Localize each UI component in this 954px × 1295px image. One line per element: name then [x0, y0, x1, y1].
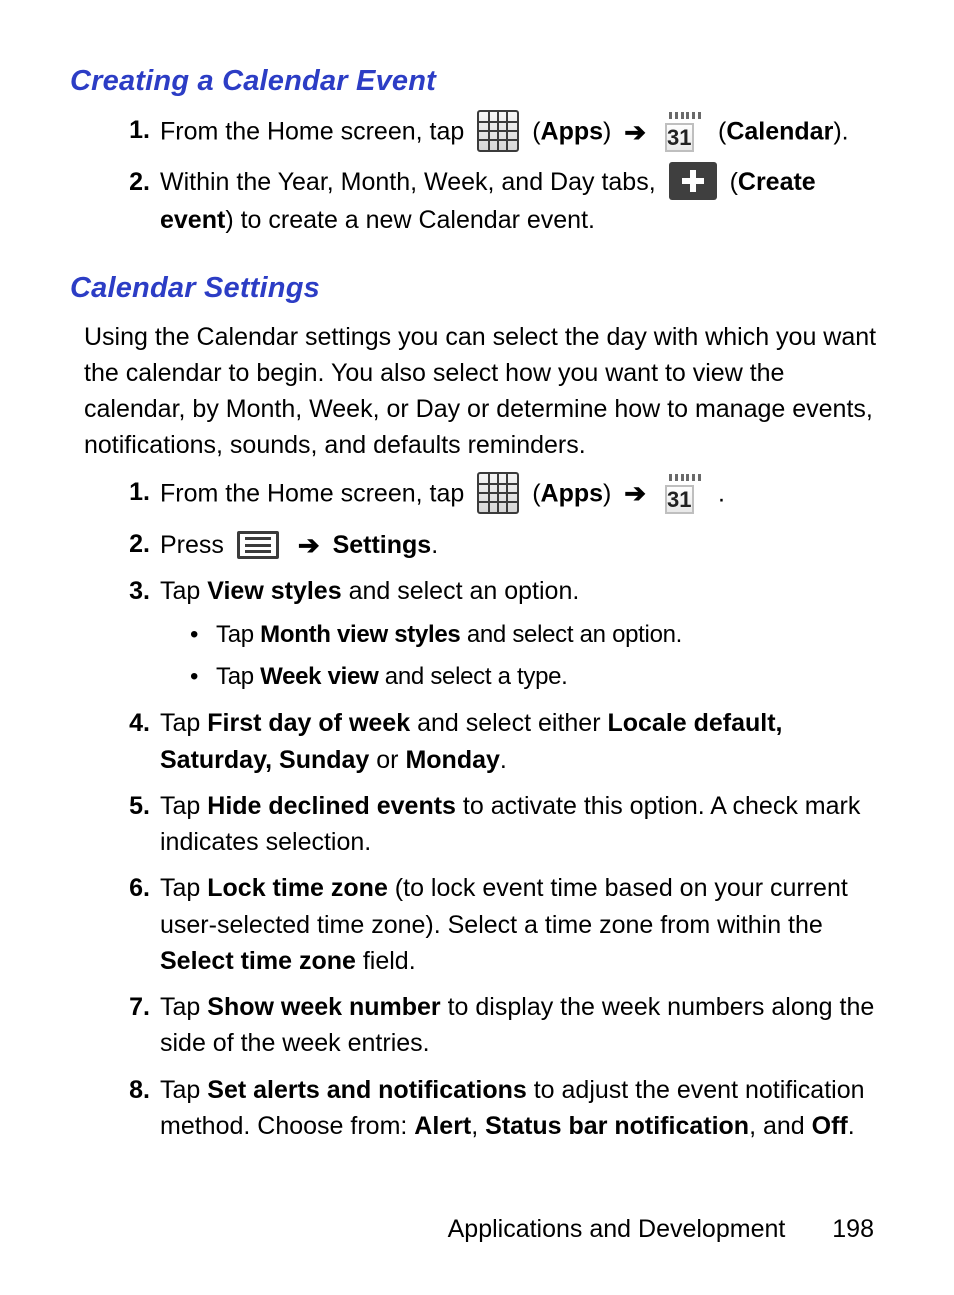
arrow-icon: ➔	[624, 475, 646, 513]
apps-label: Apps	[541, 118, 604, 146]
steps-creating-event: From the Home screen, tap (Apps) ➔ 31 (C…	[100, 112, 884, 239]
text: .	[718, 479, 725, 507]
bold-label: First day of week	[207, 709, 410, 737]
step-item: Tap Show week number to display the week…	[100, 989, 884, 1062]
calendar-icon-number: 31	[665, 485, 693, 514]
text: Tap	[160, 993, 207, 1021]
settings-label: Settings	[333, 531, 432, 559]
text: .	[848, 1112, 855, 1140]
steps-calendar-settings: From the Home screen, tap (Apps) ➔ 31 . …	[100, 474, 884, 1144]
text: Tap	[160, 1076, 207, 1104]
text: .	[500, 746, 507, 774]
step-item: Tap First day of week and select either …	[100, 705, 884, 778]
bold-label: Alert	[414, 1112, 471, 1140]
step-item: Tap Set alerts and notifications to adju…	[100, 1072, 884, 1145]
bold-label: Lock time zone	[207, 874, 388, 902]
calendar-label: Calendar	[726, 118, 833, 146]
calendar-icon-number: 31	[665, 123, 693, 152]
bold-label: Monday	[405, 746, 499, 774]
bold-label: View styles	[207, 577, 341, 605]
text: ,	[471, 1112, 485, 1140]
text: Tap	[216, 621, 260, 648]
plus-icon	[669, 162, 717, 200]
text: From the Home screen, tap	[160, 479, 471, 507]
calendar-icon: 31	[665, 474, 705, 512]
text: or	[369, 746, 405, 774]
bold-label: Off	[812, 1112, 848, 1140]
text: Tap	[160, 874, 207, 902]
arrow-icon: ➔	[624, 114, 646, 152]
text: field.	[356, 947, 416, 975]
footer-section: Applications and Development	[448, 1215, 786, 1243]
text: ) to create a new Calendar event.	[225, 206, 595, 234]
bold-label: Show week number	[207, 993, 440, 1021]
text: Tap	[160, 792, 207, 820]
step-item: Tap View styles and select an option. Ta…	[100, 573, 884, 695]
text: and select an option.	[460, 621, 682, 648]
text: .	[431, 531, 438, 559]
text: and select an option.	[342, 577, 580, 605]
step-item: Tap Hide declined events to activate thi…	[100, 788, 884, 861]
bold-label: Month view styles	[260, 621, 460, 648]
apps-icon	[477, 472, 519, 514]
text: ).	[833, 118, 848, 146]
text: Tap	[160, 577, 207, 605]
arrow-icon: ➔	[298, 527, 320, 565]
step-item: From the Home screen, tap (Apps) ➔ 31 .	[100, 474, 884, 516]
section-title-calendar-settings: Calendar Settings	[70, 267, 884, 309]
step-item: From the Home screen, tap (Apps) ➔ 31 (C…	[100, 112, 884, 154]
section-title-creating-event: Creating a Calendar Event	[70, 60, 884, 102]
text: Within the Year, Month, Week, and Day ta…	[160, 168, 663, 196]
calendar-icon: 31	[665, 112, 705, 150]
text: From the Home screen, tap	[160, 118, 471, 146]
text: (	[532, 118, 540, 146]
bold-label: Select time zone	[160, 947, 356, 975]
text: and select either	[410, 709, 607, 737]
step-item: Tap Lock time zone (to lock event time b…	[100, 870, 884, 979]
text: Tap	[160, 709, 207, 737]
page-footer: Applications and Development 198	[448, 1211, 874, 1247]
bullet-item: Tap Week view and select a type.	[190, 660, 884, 695]
bold-label: Week view	[260, 663, 378, 690]
manual-page: Creating a Calendar Event From the Home …	[0, 0, 954, 1295]
bullet-item: Tap Month view styles and select an opti…	[190, 618, 884, 653]
page-number: 198	[832, 1211, 874, 1247]
sub-bullets: Tap Month view styles and select an opti…	[190, 618, 884, 696]
apps-label: Apps	[541, 479, 604, 507]
text: )	[603, 118, 611, 146]
text: Press	[160, 531, 231, 559]
intro-paragraph: Using the Calendar settings you can sele…	[84, 319, 884, 464]
bold-label: Hide declined events	[207, 792, 456, 820]
text: , and	[749, 1112, 812, 1140]
step-item: Within the Year, Month, Week, and Day ta…	[100, 164, 884, 239]
text: )	[603, 479, 611, 507]
text: (	[532, 479, 540, 507]
apps-icon	[477, 110, 519, 152]
text: Tap	[216, 663, 260, 690]
step-item: Press ➔ Settings.	[100, 526, 884, 564]
menu-icon	[237, 531, 279, 559]
bold-label: Status bar notification	[485, 1112, 749, 1140]
text: (	[730, 168, 738, 196]
bold-label: Set alerts and notifications	[207, 1076, 527, 1104]
text: and select a type.	[378, 663, 567, 690]
